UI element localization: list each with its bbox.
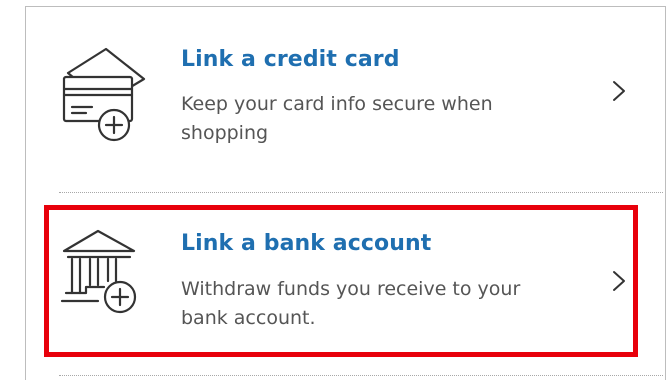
link-credit-card-option[interactable]: Link a credit card Keep your card info s… xyxy=(26,7,666,193)
credit-card-add-icon xyxy=(58,43,158,143)
chevron-right-icon[interactable] xyxy=(610,79,628,103)
option-description: Withdraw funds you receive to your bank … xyxy=(181,278,521,329)
link-bank-account-option[interactable]: Link a bank account Withdraw funds you r… xyxy=(26,193,666,381)
screenshot-frame: Link a credit card Keep your card info s… xyxy=(0,0,672,380)
bank-add-icon xyxy=(58,225,158,325)
chevron-right-icon[interactable] xyxy=(610,269,628,293)
option-description: Keep your card info secure when shopping xyxy=(181,93,493,144)
option-title[interactable]: Link a bank account xyxy=(181,231,431,256)
link-options-panel: Link a credit card Keep your card info s… xyxy=(25,6,666,380)
option-title[interactable]: Link a credit card xyxy=(181,47,400,72)
divider xyxy=(59,375,663,376)
